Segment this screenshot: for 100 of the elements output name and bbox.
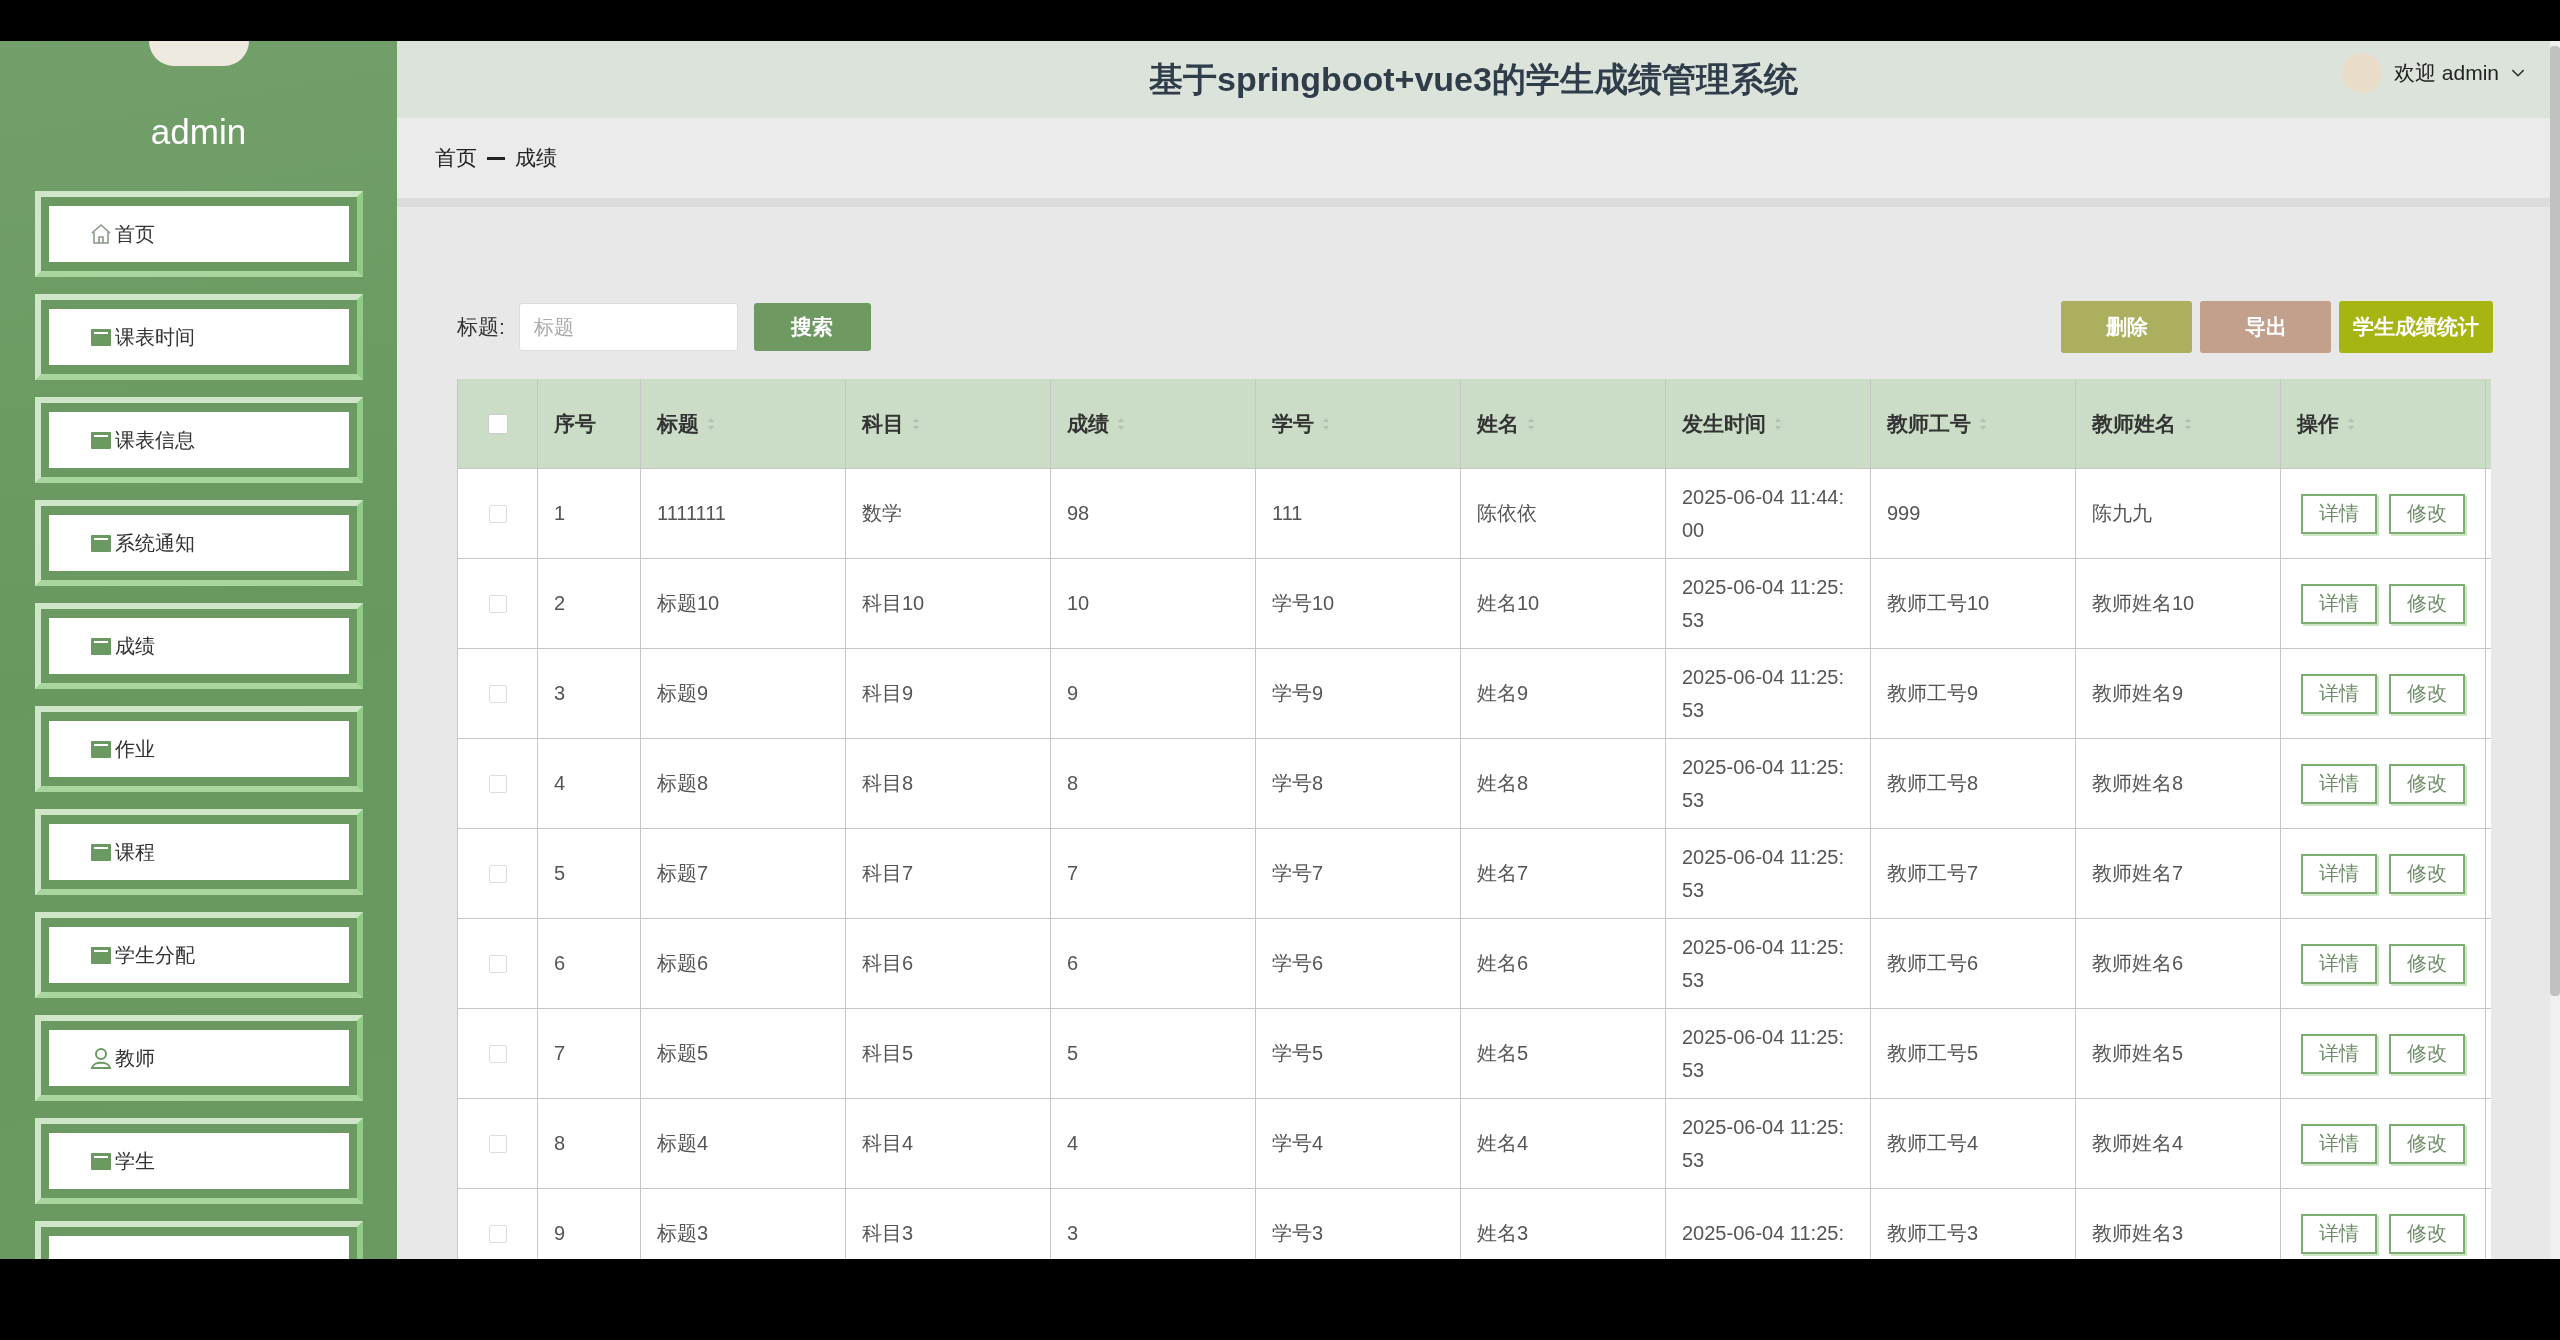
table-cell-text: 标题10 bbox=[657, 591, 720, 616]
menu-item[interactable]: 课表时间 bbox=[34, 294, 363, 380]
sort-icon[interactable] bbox=[1979, 416, 1987, 431]
person-icon bbox=[88, 1046, 113, 1070]
details-button[interactable]: 详情 bbox=[2301, 493, 2377, 534]
row-checkbox[interactable] bbox=[488, 1224, 507, 1243]
table-cell-text: 姓名3 bbox=[1477, 1221, 1529, 1246]
table-cell-text: 学号7 bbox=[1272, 861, 1324, 886]
edit-button[interactable]: 修改 bbox=[2389, 853, 2465, 894]
scrollbar-thumb[interactable] bbox=[2550, 46, 2560, 996]
column-header[interactable]: 操作 bbox=[2297, 409, 2339, 438]
table-cell-text: 姓名9 bbox=[1477, 681, 1529, 706]
sort-icon[interactable] bbox=[912, 416, 920, 431]
column-header[interactable]: 发生时间 bbox=[1682, 409, 1766, 438]
table-cell-text: 4 bbox=[554, 771, 566, 796]
table-cell-text: 教师姓名5 bbox=[2092, 1041, 2184, 1066]
table-cell-text: 教师工号10 bbox=[1887, 591, 1990, 616]
details-button[interactable]: 详情 bbox=[2301, 763, 2377, 804]
column-header[interactable]: 学号 bbox=[1272, 409, 1314, 438]
column-header[interactable]: 教师工号 bbox=[1887, 409, 1971, 438]
row-checkbox[interactable] bbox=[488, 504, 507, 523]
table-cell-text: 姓名7 bbox=[1477, 861, 1529, 886]
table-cell-text: 教师姓名6 bbox=[2092, 951, 2184, 976]
edit-button[interactable]: 修改 bbox=[2389, 673, 2465, 714]
table-cell-text: 9 bbox=[554, 1221, 566, 1246]
table-cell-text: 陈依依 bbox=[1477, 501, 1537, 526]
edit-button[interactable]: 修改 bbox=[2389, 943, 2465, 984]
table-cell-text: 学号9 bbox=[1272, 681, 1324, 706]
menu-item[interactable]: 系统通知 bbox=[34, 500, 363, 586]
table-cell-text: 教师工号7 bbox=[1887, 861, 1979, 886]
edit-button[interactable]: 修改 bbox=[2389, 583, 2465, 624]
column-header[interactable]: 成绩 bbox=[1067, 409, 1109, 438]
scrollbar[interactable] bbox=[2550, 41, 2560, 1259]
sort-icon[interactable] bbox=[1774, 416, 1782, 431]
sort-icon[interactable] bbox=[1527, 416, 1535, 431]
table-cell-text: 科目7 bbox=[862, 861, 914, 886]
row-checkbox[interactable] bbox=[488, 774, 507, 793]
table-cell-text: 姓名4 bbox=[1477, 1131, 1529, 1156]
menu-item[interactable]: 学生 bbox=[34, 1118, 363, 1204]
sort-icon[interactable] bbox=[2184, 416, 2192, 431]
chevron-down-icon[interactable] bbox=[2511, 68, 2525, 78]
row-checkbox[interactable] bbox=[488, 594, 507, 613]
app-title: 基于springboot+vue3的学生成绩管理系统 bbox=[1149, 58, 1798, 100]
table-cell-text: 7 bbox=[1067, 861, 1079, 886]
details-button[interactable]: 详情 bbox=[2301, 1123, 2377, 1164]
edit-button[interactable]: 修改 bbox=[2389, 1123, 2465, 1164]
table-cell-text: 3 bbox=[1067, 1221, 1079, 1246]
select-all-checkbox[interactable] bbox=[487, 413, 508, 434]
details-button[interactable]: 详情 bbox=[2301, 673, 2377, 714]
column-header[interactable]: 教师姓名 bbox=[2092, 409, 2176, 438]
row-checkbox[interactable] bbox=[488, 954, 507, 973]
edit-button[interactable]: 修改 bbox=[2389, 1033, 2465, 1074]
table-cell-text: 1111111 bbox=[657, 501, 726, 526]
table-cell-text: 陈九九 bbox=[2092, 501, 2152, 526]
row-checkbox[interactable] bbox=[488, 1044, 507, 1063]
edit-button[interactable]: 修改 bbox=[2389, 493, 2465, 534]
table-cell-text: 教师工号4 bbox=[1887, 1131, 1979, 1156]
table-cell-text: 学号5 bbox=[1272, 1041, 1324, 1066]
user-menu[interactable]: 欢迎 admin bbox=[2393, 59, 2499, 87]
details-button[interactable]: 详情 bbox=[2301, 943, 2377, 984]
table-cell-text: 2025-06-04 11:25:53 bbox=[1682, 1114, 1845, 1173]
table-cell-text: 2025-06-04 11:25:53 bbox=[1682, 934, 1845, 993]
details-button[interactable]: 详情 bbox=[2301, 583, 2377, 624]
search-field[interactable]: 标题 bbox=[518, 303, 738, 351]
edit-button[interactable]: 修改 bbox=[2389, 763, 2465, 804]
table-cell-text: 姓名6 bbox=[1477, 951, 1529, 976]
row-checkbox[interactable] bbox=[488, 1134, 507, 1153]
menu-item[interactable]: 首页 bbox=[34, 191, 363, 277]
column-header[interactable]: 序号 bbox=[554, 409, 596, 438]
column-header[interactable]: 姓名 bbox=[1477, 409, 1519, 438]
menu-item[interactable]: 作业 bbox=[34, 706, 363, 792]
menu-item[interactable]: 教师 bbox=[34, 1015, 363, 1101]
details-button[interactable]: 详情 bbox=[2301, 1213, 2377, 1254]
table-cell-text: 学号3 bbox=[1272, 1221, 1324, 1246]
table-cell-text: 7 bbox=[554, 1041, 566, 1066]
details-button[interactable]: 详情 bbox=[2301, 853, 2377, 894]
breadcrumb-item: 成绩 bbox=[515, 145, 557, 171]
column-header[interactable]: 标题 bbox=[657, 409, 699, 438]
column-header[interactable]: 科目 bbox=[862, 409, 904, 438]
breadcrumb-item[interactable]: 首页 bbox=[435, 144, 477, 172]
table-cell-text: 标题5 bbox=[657, 1041, 709, 1066]
sort-icon[interactable] bbox=[707, 416, 715, 431]
sort-icon[interactable] bbox=[1322, 416, 1330, 431]
sort-icon[interactable] bbox=[2347, 416, 2355, 431]
sort-icon[interactable] bbox=[1117, 416, 1125, 431]
table-cell-text: 999 bbox=[1887, 501, 1921, 526]
table-cell-text: 标题8 bbox=[657, 771, 709, 796]
edit-button[interactable]: 修改 bbox=[2389, 1213, 2465, 1254]
row-checkbox[interactable] bbox=[488, 684, 507, 703]
menu-item[interactable]: 学生分配 bbox=[34, 912, 363, 998]
details-button[interactable]: 详情 bbox=[2301, 1033, 2377, 1074]
table-cell-text: 2025-06-04 11:25:53 bbox=[1682, 664, 1845, 723]
menu-item[interactable]: 成绩 bbox=[34, 603, 363, 689]
table-cell-text: 2025-06-04 11:25:53 bbox=[1682, 1024, 1845, 1083]
table-cell-text: 2025-06-04 11:25: bbox=[1682, 1221, 1844, 1246]
menu-item[interactable]: 课程 bbox=[34, 809, 363, 895]
row-checkbox[interactable] bbox=[488, 864, 507, 883]
avatar-icon bbox=[148, 41, 249, 66]
menu-item[interactable]: 课表信息 bbox=[34, 397, 363, 483]
table-cell-text: 姓名5 bbox=[1477, 1041, 1529, 1066]
